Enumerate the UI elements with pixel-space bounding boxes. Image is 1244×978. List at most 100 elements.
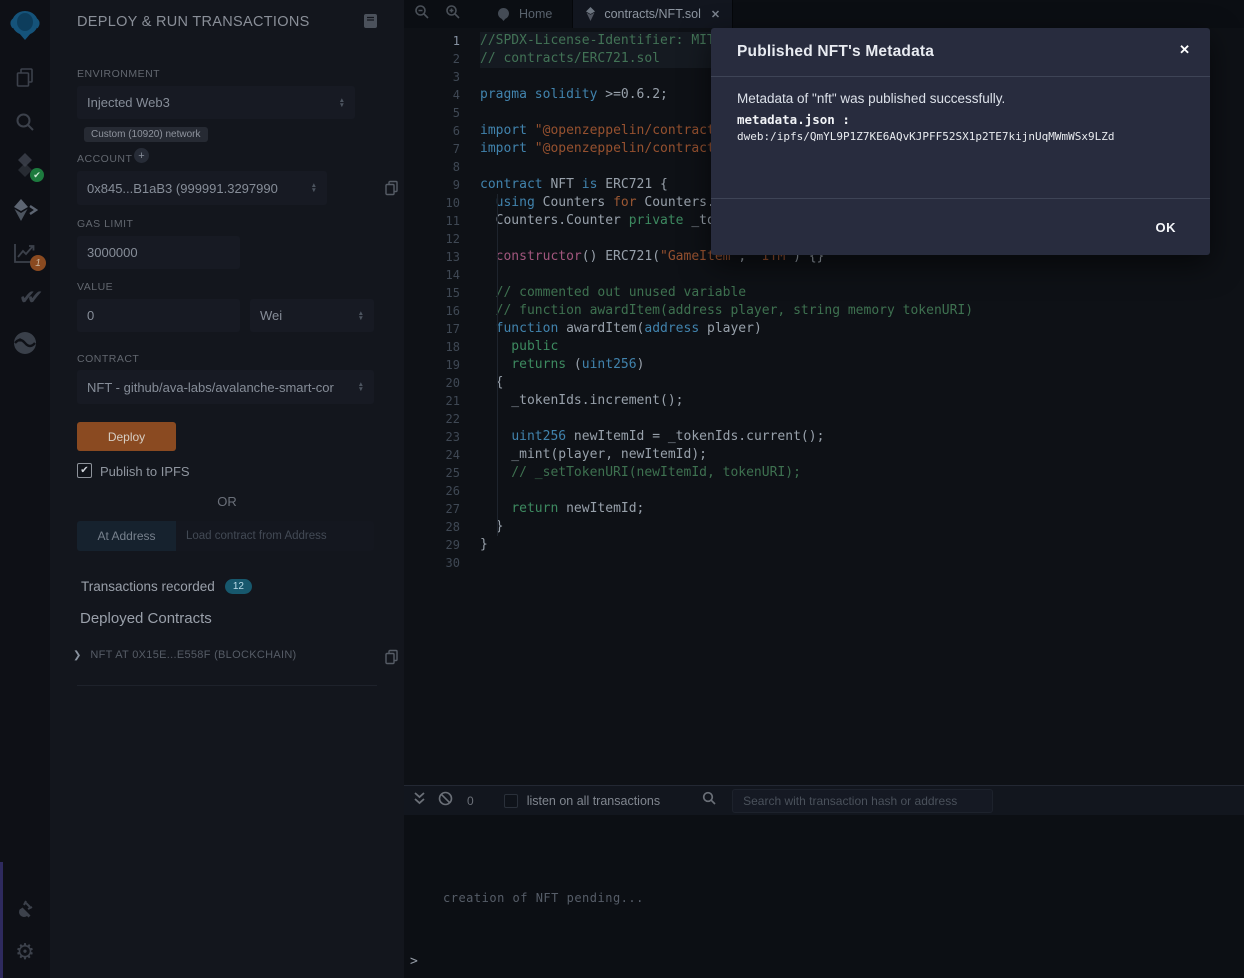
tab-bar: Home contracts/NFT.sol ✕	[404, 0, 1244, 28]
select-stepper-icon: ▲▼	[358, 311, 364, 321]
copy-account-icon[interactable]	[384, 180, 399, 201]
deploy-run-icon[interactable]	[0, 196, 50, 224]
settings-gear-icon[interactable]: ⚙	[0, 938, 50, 966]
code-line: 15 // commented out unused variable	[404, 284, 1244, 302]
transactions-recorded-label: Transactions recorded	[81, 579, 215, 594]
network-badge: Custom (10920) network	[84, 127, 208, 142]
deployed-contracts-label: Deployed Contracts	[80, 610, 212, 627]
plugin-manager-icon[interactable]	[0, 894, 50, 922]
ok-button[interactable]: OK	[1156, 220, 1177, 235]
divider	[77, 685, 377, 686]
add-account-icon[interactable]: +	[134, 148, 149, 163]
value-input[interactable]	[77, 299, 240, 332]
published-metadata-modal: Published NFT's Metadata ✕ Metadata of "…	[711, 28, 1210, 255]
environment-label: ENVIRONMENT	[77, 68, 160, 80]
pending-log-line: creation of NFT pending...	[443, 891, 644, 905]
code-line: 23 uint256 newItemId = _tokenIds.current…	[404, 428, 1244, 446]
deployed-contract-item[interactable]: ❯ NFT AT 0X15E...E558F (BLOCKCHAIN)	[73, 649, 297, 661]
deploy-button[interactable]: Deploy	[77, 422, 176, 451]
code-line: 24 _mint(player, newItemId);	[404, 446, 1244, 464]
publish-ipfs-label: Publish to IPFS	[100, 464, 190, 479]
select-stepper-icon: ▲▼	[311, 183, 317, 193]
terminal-search-input[interactable]	[732, 789, 993, 813]
search-plugin-icon[interactable]	[0, 108, 50, 136]
expand-caret-icon[interactable]: ❯	[73, 650, 81, 661]
account-label: ACCOUNT	[77, 153, 132, 165]
code-line: 25 // _setTokenURI(newItemId, tokenURI);	[404, 464, 1244, 482]
code-line: 30	[404, 554, 1244, 572]
tab-close-icon[interactable]: ✕	[711, 8, 720, 21]
tab-nft-sol[interactable]: contracts/NFT.sol ✕	[572, 0, 733, 28]
remix-home-icon	[496, 7, 511, 22]
tab-nft-sol-label: contracts/NFT.sol	[604, 7, 701, 21]
modal-body: Metadata of "nft" was published successf…	[737, 91, 1184, 143]
code-line: 19 returns (uint256)	[404, 356, 1244, 374]
gas-limit-label: GAS LIMIT	[77, 218, 133, 230]
select-stepper-icon: ▲▼	[358, 382, 364, 392]
environment-select[interactable]: Injected Web3 ▲▼	[77, 86, 355, 119]
code-line: 16 // function awardItem(address player,…	[404, 302, 1244, 320]
deploy-run-panel: DEPLOY & RUN TRANSACTIONS ENVIRONMENT In…	[50, 0, 404, 978]
chart-count-badge: 1	[30, 255, 46, 271]
ipfs-uri: dweb:/ipfs/QmYL9P1Z7KE6AQvKJPFF52SX1p2TE…	[737, 130, 1184, 143]
icon-bar: ✔ 1 ✔✔ ⚙	[0, 0, 50, 978]
code-line: 27 return newItemId;	[404, 500, 1244, 518]
tab-home[interactable]: Home	[484, 0, 564, 28]
clear-console-icon[interactable]	[438, 791, 453, 811]
code-line: 18 public	[404, 338, 1244, 356]
transactions-count-badge: 12	[225, 579, 252, 594]
terminal-expand-icon[interactable]	[413, 791, 426, 810]
at-address-input[interactable]	[176, 521, 374, 551]
sphere-plugin-icon[interactable]	[0, 329, 50, 357]
publish-ipfs-checkbox[interactable]: ✔	[77, 463, 92, 478]
accent-strip	[0, 862, 3, 978]
listen-all-label: listen on all transactions	[527, 794, 660, 808]
pending-tx-count: 0	[467, 794, 474, 808]
terminal-toolbar: 0 listen on all transactions	[404, 785, 1244, 815]
environment-value: Injected Web3	[87, 95, 333, 110]
solidity-compiler-icon[interactable]: ✔	[0, 150, 50, 180]
tab-home-label: Home	[519, 7, 552, 21]
zoom-in-icon[interactable]	[445, 4, 460, 24]
code-line: 28 }	[404, 518, 1244, 536]
value-label: VALUE	[77, 281, 113, 293]
modal-header: Published NFT's Metadata ✕	[711, 28, 1210, 77]
deployed-contract-label: NFT AT 0X15E...E558F (BLOCKCHAIN)	[90, 649, 296, 661]
terminal-prompt[interactable]: >	[410, 954, 418, 969]
value-unit: Wei	[260, 308, 352, 323]
contract-label: CONTRACT	[77, 353, 139, 365]
zoom-out-icon[interactable]	[414, 4, 429, 24]
documentation-book-icon[interactable]	[363, 13, 378, 34]
value-unit-select[interactable]: Wei ▲▼	[250, 299, 374, 332]
code-line: 20 {	[404, 374, 1244, 392]
modal-close-icon[interactable]: ✕	[1179, 42, 1190, 58]
account-value: 0x845...B1aB3 (999991.3297990	[87, 181, 305, 196]
solidity-file-icon	[585, 7, 596, 21]
indent-guide	[497, 194, 498, 536]
listen-all-checkbox[interactable]	[504, 794, 518, 808]
modal-message: Metadata of "nft" was published successf…	[737, 91, 1184, 106]
select-stepper-icon: ▲▼	[339, 98, 345, 108]
file-explorer-icon[interactable]	[0, 64, 50, 92]
transactions-recorded-row[interactable]: Transactions recorded 12	[81, 579, 252, 594]
terminal-search-icon	[702, 791, 716, 810]
compile-success-badge: ✔	[30, 168, 44, 182]
unit-testing-icon[interactable]: ✔✔	[0, 283, 50, 311]
remix-logo-icon[interactable]	[0, 7, 50, 43]
copy-contract-icon[interactable]	[384, 649, 399, 670]
at-address-button[interactable]: At Address	[77, 521, 176, 551]
selection-highlight	[480, 32, 712, 68]
contract-value: NFT - github/ava-labs/avalanche-smart-co…	[87, 380, 358, 395]
code-line: 29}	[404, 536, 1244, 554]
modal-title: Published NFT's Metadata	[737, 43, 934, 61]
gas-limit-input[interactable]	[77, 236, 240, 269]
modal-footer: OK	[711, 198, 1210, 255]
account-select[interactable]: 0x845...B1aB3 (999991.3297990 ▲▼	[77, 171, 327, 205]
code-line: 14	[404, 266, 1244, 284]
terminal-log[interactable]: creation of NFT pending... >	[404, 815, 1244, 978]
code-line: 22	[404, 410, 1244, 428]
chart-plugin-icon[interactable]: 1	[0, 239, 50, 267]
panel-title: DEPLOY & RUN TRANSACTIONS	[77, 14, 310, 30]
metadata-file-label: metadata.json :	[737, 112, 1184, 127]
contract-select[interactable]: NFT - github/ava-labs/avalanche-smart-co…	[77, 370, 374, 404]
